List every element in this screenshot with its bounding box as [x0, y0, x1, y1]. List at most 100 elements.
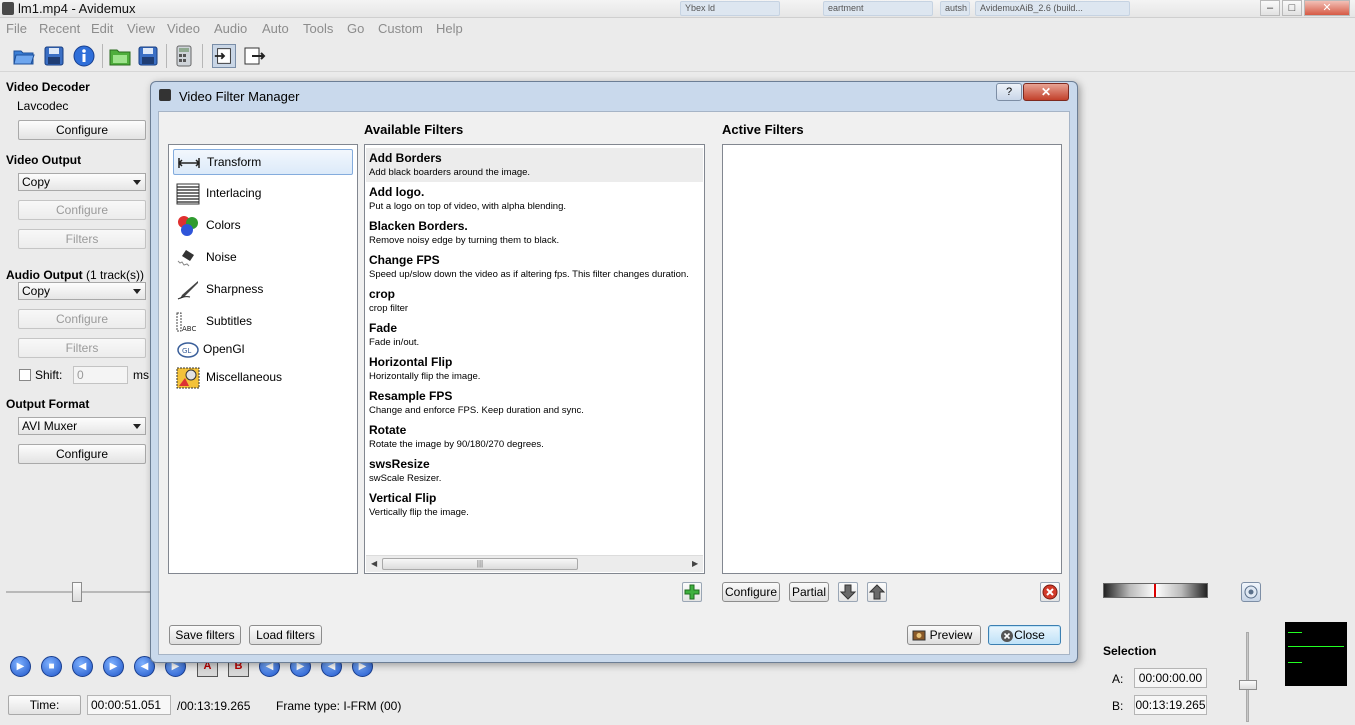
configure-filter-button[interactable]: Configure [722, 582, 780, 602]
background-window-tab[interactable]: AvidemuxAiB_2.6 (build... [975, 1, 1130, 16]
category-miscellaneous[interactable]: Miscellaneous [173, 365, 353, 391]
preview-button[interactable]: Preview [907, 625, 981, 645]
filter-item-add-borders[interactable]: Add Borders Add black boarders around the… [366, 148, 703, 182]
filter-item-rotate[interactable]: Rotate Rotate the image by 90/180/270 deg… [366, 420, 703, 454]
background-window-tab[interactable]: eartment [823, 1, 933, 16]
output-icon[interactable] [242, 44, 266, 68]
filter-item-vertical-flip[interactable]: Vertical Flip Vertically flip the image. [366, 488, 703, 522]
dialog-close-x-button[interactable]: ✕ [1023, 83, 1069, 101]
category-label: Transform [207, 155, 262, 169]
category-opengl[interactable]: GL OpenGl [173, 337, 353, 363]
filter-description: Remove noisy edge by turning them to bla… [369, 235, 560, 246]
save-filters-button[interactable]: Save filters [169, 625, 241, 645]
background-window-tab[interactable]: autsh [940, 1, 970, 16]
filter-item-resample-fps[interactable]: Resample FPS Change and enforce FPS. Keep… [366, 386, 703, 420]
time-button[interactable]: Time: [8, 695, 81, 715]
scroll-right-icon[interactable]: ▶ [692, 559, 698, 568]
filter-item-fade[interactable]: Fade Fade in/out. [366, 318, 703, 352]
remove-filter-button[interactable] [1040, 582, 1060, 602]
audio-waveform-display [1285, 622, 1347, 686]
seek-handle[interactable] [72, 582, 82, 602]
horizontal-scrollbar[interactable]: ◀ ||| ▶ [366, 555, 703, 572]
video-output-configure-button[interactable]: Configure [18, 200, 146, 220]
help-button[interactable]: ? [996, 83, 1022, 101]
category-interlacing[interactable]: Interlacing [173, 181, 353, 207]
filter-item-swsresize[interactable]: swsResize swScale Resizer. [366, 454, 703, 488]
scroll-left-icon[interactable]: ◀ [371, 559, 377, 568]
menu-custom[interactable]: Custom [378, 21, 423, 36]
selection-b-label: B: [1112, 699, 1124, 713]
video-decoder-configure-button[interactable]: Configure [18, 120, 146, 140]
play-button[interactable]: ▶ [10, 656, 31, 677]
calculator-icon[interactable] [172, 44, 196, 68]
category-transform[interactable]: Transform [173, 149, 353, 175]
audio-output-select[interactable]: Copy [18, 282, 146, 300]
save-video-icon[interactable] [136, 44, 160, 68]
noise-icon [177, 250, 194, 267]
active-filters-list [722, 144, 1062, 574]
move-filter-up-button[interactable] [867, 582, 887, 602]
audio-shift-input[interactable]: 0 [73, 366, 128, 384]
filter-item-horizontal-flip[interactable]: Horizontal Flip Horizontally flip the ima… [366, 352, 703, 386]
audio-output-configure-button[interactable]: Configure [18, 309, 146, 329]
scrollbar-thumb[interactable]: ||| [382, 558, 578, 570]
menu-file[interactable]: File [6, 21, 27, 36]
category-label: Interlacing [206, 186, 262, 200]
filter-item-add-logo[interactable]: Add logo. Put a logo on top of video, wit… [366, 182, 703, 216]
output-format-select[interactable]: AVI Muxer [18, 417, 146, 435]
audio-shift-unit: ms [133, 368, 149, 382]
menu-view[interactable]: View [127, 21, 155, 36]
jog-shuttle[interactable] [1103, 583, 1208, 598]
filter-item-crop[interactable]: crop crop filter [366, 284, 703, 318]
category-label: Colors [206, 218, 241, 232]
next-frame-button[interactable]: ▶ [103, 656, 124, 677]
volume-slider-handle[interactable] [1239, 680, 1257, 690]
menu-recent[interactable]: Recent [39, 21, 80, 36]
close-label: Close [1014, 628, 1045, 642]
audio-shift-label: Shift: [35, 368, 63, 382]
selection-a-value[interactable]: 00:00:00.00 [1134, 668, 1207, 688]
open-folder-icon[interactable] [108, 44, 132, 68]
menu-audio[interactable]: Audio [214, 21, 247, 36]
arrow-down-icon [839, 584, 857, 600]
previous-frame-button[interactable]: ◀ [72, 656, 93, 677]
close-window-button[interactable]: ✕ [1304, 0, 1350, 16]
background-window-tab[interactable]: Ybex ld [680, 1, 780, 16]
current-time-input[interactable]: 00:00:51.051 [87, 695, 171, 715]
category-sharpness[interactable]: Sharpness [173, 277, 353, 303]
menu-auto[interactable]: Auto [262, 21, 289, 36]
category-subtitles[interactable]: ABC Subtitles [173, 309, 353, 335]
add-filter-button[interactable] [682, 582, 702, 602]
save-icon[interactable] [42, 44, 66, 68]
svg-text:GL: GL [182, 347, 191, 355]
menu-video[interactable]: Video [167, 21, 200, 36]
input-icon[interactable] [212, 44, 236, 68]
open-icon[interactable] [12, 44, 36, 68]
maximize-button[interactable]: □ [1282, 0, 1302, 16]
menu-edit[interactable]: Edit [91, 21, 113, 36]
category-noise[interactable]: Noise [173, 245, 353, 271]
transform-icon [177, 158, 201, 168]
video-output-select[interactable]: Copy [18, 173, 146, 191]
menu-go[interactable]: Go [347, 21, 364, 36]
audio-shift-checkbox[interactable] [19, 369, 31, 381]
stop-button[interactable]: ■ [41, 656, 62, 677]
volume-slider-track[interactable] [1246, 632, 1249, 722]
filter-item-blacken-borders[interactable]: Blacken Borders. Remove noisy edge by tur… [366, 216, 703, 250]
move-filter-down-button[interactable] [838, 582, 858, 602]
output-format-configure-button[interactable]: Configure [18, 444, 146, 464]
filter-item-change-fps[interactable]: Change FPS Speed up/slow down the video a… [366, 250, 703, 284]
menu-help[interactable]: Help [436, 21, 463, 36]
category-colors[interactable]: Colors [173, 213, 353, 239]
audio-meter-button[interactable] [1241, 582, 1261, 602]
chevron-down-icon [133, 289, 141, 294]
menu-tools[interactable]: Tools [303, 21, 333, 36]
load-filters-button[interactable]: Load filters [249, 625, 322, 645]
close-button[interactable]: Close [988, 625, 1061, 645]
selection-b-value[interactable]: 00:13:19.265 [1134, 695, 1207, 715]
partial-filter-button[interactable]: Partial [789, 582, 829, 602]
audio-output-filters-button[interactable]: Filters [18, 338, 146, 358]
minimize-button[interactable]: – [1260, 0, 1280, 16]
info-icon[interactable] [72, 44, 96, 68]
video-output-filters-button[interactable]: Filters [18, 229, 146, 249]
